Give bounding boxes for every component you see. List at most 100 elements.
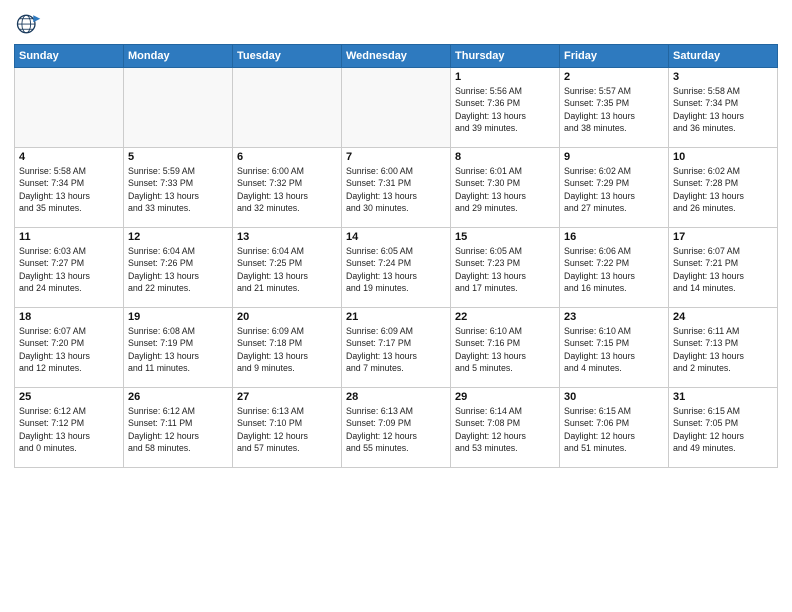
- day-info: Sunrise: 6:10 AM Sunset: 7:16 PM Dayligh…: [455, 325, 555, 374]
- calendar-cell: 31 Sunrise: 6:15 AM Sunset: 7:05 PM Dayli…: [669, 388, 778, 468]
- calendar-cell: 26 Sunrise: 6:12 AM Sunset: 7:11 PM Dayli…: [124, 388, 233, 468]
- day-info: Sunrise: 5:58 AM Sunset: 7:34 PM Dayligh…: [19, 165, 119, 214]
- calendar-cell: [15, 68, 124, 148]
- calendar-cell: 3 Sunrise: 5:58 AM Sunset: 7:34 PM Daylig…: [669, 68, 778, 148]
- calendar-cell: 28 Sunrise: 6:13 AM Sunset: 7:09 PM Dayli…: [342, 388, 451, 468]
- calendar-cell: 21 Sunrise: 6:09 AM Sunset: 7:17 PM Dayli…: [342, 308, 451, 388]
- day-number: 2: [564, 71, 664, 83]
- day-number: 7: [346, 151, 446, 163]
- day-number: 17: [673, 231, 773, 243]
- calendar-cell: 22 Sunrise: 6:10 AM Sunset: 7:16 PM Dayli…: [451, 308, 560, 388]
- day-info: Sunrise: 5:56 AM Sunset: 7:36 PM Dayligh…: [455, 85, 555, 134]
- day-number: 13: [237, 231, 337, 243]
- calendar-cell: 18 Sunrise: 6:07 AM Sunset: 7:20 PM Dayli…: [15, 308, 124, 388]
- day-info: Sunrise: 6:09 AM Sunset: 7:17 PM Dayligh…: [346, 325, 446, 374]
- calendar-cell: 17 Sunrise: 6:07 AM Sunset: 7:21 PM Dayli…: [669, 228, 778, 308]
- calendar-cell: 11Sunrise: 6:03 AM Sunset: 7:27 PM Dayli…: [15, 228, 124, 308]
- day-info: Sunrise: 6:08 AM Sunset: 7:19 PM Dayligh…: [128, 325, 228, 374]
- calendar-cell: 1 Sunrise: 5:56 AM Sunset: 7:36 PM Daylig…: [451, 68, 560, 148]
- logo-icon: [14, 10, 42, 38]
- day-number: 27: [237, 391, 337, 403]
- week-row-5: 25 Sunrise: 6:12 AM Sunset: 7:12 PM Dayli…: [15, 388, 778, 468]
- week-row-2: 4Sunrise: 5:58 AM Sunset: 7:34 PM Daylig…: [15, 148, 778, 228]
- day-number: 23: [564, 311, 664, 323]
- day-info: Sunrise: 6:02 AM Sunset: 7:29 PM Dayligh…: [564, 165, 664, 214]
- col-header-saturday: Saturday: [669, 45, 778, 68]
- calendar-cell: 24 Sunrise: 6:11 AM Sunset: 7:13 PM Dayli…: [669, 308, 778, 388]
- day-number: 14: [346, 231, 446, 243]
- day-info: Sunrise: 6:03 AM Sunset: 7:27 PM Dayligh…: [19, 245, 119, 294]
- day-info: Sunrise: 6:07 AM Sunset: 7:21 PM Dayligh…: [673, 245, 773, 294]
- day-number: 30: [564, 391, 664, 403]
- calendar-cell: [233, 68, 342, 148]
- logo: [14, 10, 46, 38]
- week-row-4: 18 Sunrise: 6:07 AM Sunset: 7:20 PM Dayli…: [15, 308, 778, 388]
- day-info: Sunrise: 6:01 AM Sunset: 7:30 PM Dayligh…: [455, 165, 555, 214]
- day-info: Sunrise: 6:15 AM Sunset: 7:05 PM Dayligh…: [673, 405, 773, 454]
- header: [14, 10, 778, 38]
- calendar-cell: 6Sunrise: 6:00 AM Sunset: 7:32 PM Daylig…: [233, 148, 342, 228]
- day-info: Sunrise: 6:04 AM Sunset: 7:26 PM Dayligh…: [128, 245, 228, 294]
- calendar-cell: 25 Sunrise: 6:12 AM Sunset: 7:12 PM Dayli…: [15, 388, 124, 468]
- header-row: SundayMondayTuesdayWednesdayThursdayFrid…: [15, 45, 778, 68]
- calendar-header: SundayMondayTuesdayWednesdayThursdayFrid…: [15, 45, 778, 68]
- col-header-sunday: Sunday: [15, 45, 124, 68]
- day-number: 15: [455, 231, 555, 243]
- calendar-cell: 30 Sunrise: 6:15 AM Sunset: 7:06 PM Dayli…: [560, 388, 669, 468]
- day-info: Sunrise: 5:58 AM Sunset: 7:34 PM Dayligh…: [673, 85, 773, 134]
- week-row-1: 1 Sunrise: 5:56 AM Sunset: 7:36 PM Daylig…: [15, 68, 778, 148]
- calendar-cell: 4Sunrise: 5:58 AM Sunset: 7:34 PM Daylig…: [15, 148, 124, 228]
- day-number: 12: [128, 231, 228, 243]
- day-info: Sunrise: 6:04 AM Sunset: 7:25 PM Dayligh…: [237, 245, 337, 294]
- day-info: Sunrise: 6:00 AM Sunset: 7:32 PM Dayligh…: [237, 165, 337, 214]
- day-info: Sunrise: 6:12 AM Sunset: 7:11 PM Dayligh…: [128, 405, 228, 454]
- day-info: Sunrise: 6:05 AM Sunset: 7:24 PM Dayligh…: [346, 245, 446, 294]
- col-header-thursday: Thursday: [451, 45, 560, 68]
- day-number: 25: [19, 391, 119, 403]
- calendar-cell: 29Sunrise: 6:14 AM Sunset: 7:08 PM Dayli…: [451, 388, 560, 468]
- day-number: 19: [128, 311, 228, 323]
- day-number: 1: [455, 71, 555, 83]
- day-info: Sunrise: 6:02 AM Sunset: 7:28 PM Dayligh…: [673, 165, 773, 214]
- calendar-cell: 5 Sunrise: 5:59 AM Sunset: 7:33 PM Daylig…: [124, 148, 233, 228]
- day-number: 20: [237, 311, 337, 323]
- calendar-cell: 13 Sunrise: 6:04 AM Sunset: 7:25 PM Dayli…: [233, 228, 342, 308]
- col-header-wednesday: Wednesday: [342, 45, 451, 68]
- day-info: Sunrise: 6:12 AM Sunset: 7:12 PM Dayligh…: [19, 405, 119, 454]
- calendar-cell: 19 Sunrise: 6:08 AM Sunset: 7:19 PM Dayli…: [124, 308, 233, 388]
- col-header-tuesday: Tuesday: [233, 45, 342, 68]
- calendar-cell: 14 Sunrise: 6:05 AM Sunset: 7:24 PM Dayli…: [342, 228, 451, 308]
- calendar-cell: 2Sunrise: 5:57 AM Sunset: 7:35 PM Daylig…: [560, 68, 669, 148]
- day-number: 3: [673, 71, 773, 83]
- calendar-cell: 23 Sunrise: 6:10 AM Sunset: 7:15 PM Dayli…: [560, 308, 669, 388]
- day-number: 28: [346, 391, 446, 403]
- day-info: Sunrise: 6:15 AM Sunset: 7:06 PM Dayligh…: [564, 405, 664, 454]
- week-row-3: 11Sunrise: 6:03 AM Sunset: 7:27 PM Dayli…: [15, 228, 778, 308]
- day-info: Sunrise: 6:11 AM Sunset: 7:13 PM Dayligh…: [673, 325, 773, 374]
- day-number: 22: [455, 311, 555, 323]
- col-header-friday: Friday: [560, 45, 669, 68]
- calendar-cell: 16Sunrise: 6:06 AM Sunset: 7:22 PM Dayli…: [560, 228, 669, 308]
- calendar-cell: 8Sunrise: 6:01 AM Sunset: 7:30 PM Daylig…: [451, 148, 560, 228]
- day-number: 24: [673, 311, 773, 323]
- day-number: 5: [128, 151, 228, 163]
- day-info: Sunrise: 5:59 AM Sunset: 7:33 PM Dayligh…: [128, 165, 228, 214]
- calendar-cell: [124, 68, 233, 148]
- day-number: 31: [673, 391, 773, 403]
- day-number: 21: [346, 311, 446, 323]
- calendar-cell: 27Sunrise: 6:13 AM Sunset: 7:10 PM Dayli…: [233, 388, 342, 468]
- calendar-cell: 7Sunrise: 6:00 AM Sunset: 7:31 PM Daylig…: [342, 148, 451, 228]
- calendar-cell: [342, 68, 451, 148]
- calendar-cell: 10 Sunrise: 6:02 AM Sunset: 7:28 PM Dayli…: [669, 148, 778, 228]
- day-info: Sunrise: 6:10 AM Sunset: 7:15 PM Dayligh…: [564, 325, 664, 374]
- day-number: 9: [564, 151, 664, 163]
- day-info: Sunrise: 6:07 AM Sunset: 7:20 PM Dayligh…: [19, 325, 119, 374]
- day-info: Sunrise: 6:13 AM Sunset: 7:09 PM Dayligh…: [346, 405, 446, 454]
- day-info: Sunrise: 6:09 AM Sunset: 7:18 PM Dayligh…: [237, 325, 337, 374]
- day-number: 10: [673, 151, 773, 163]
- day-number: 18: [19, 311, 119, 323]
- calendar-table: SundayMondayTuesdayWednesdayThursdayFrid…: [14, 44, 778, 468]
- calendar-cell: 9 Sunrise: 6:02 AM Sunset: 7:29 PM Daylig…: [560, 148, 669, 228]
- day-number: 26: [128, 391, 228, 403]
- calendar-cell: 12 Sunrise: 6:04 AM Sunset: 7:26 PM Dayli…: [124, 228, 233, 308]
